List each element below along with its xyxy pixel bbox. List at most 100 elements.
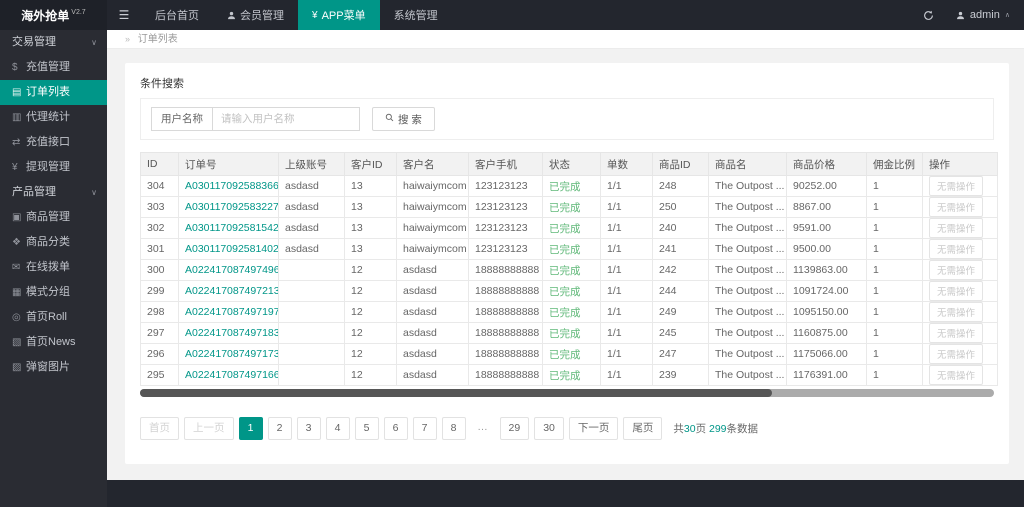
sidebar-item-6[interactable]: ¥提现管理: [0, 155, 107, 180]
cell-status: 已完成: [543, 344, 601, 365]
cell-product-id: 241: [653, 239, 709, 260]
cell-product-id: 242: [653, 260, 709, 281]
cell-order-no: A02241708749716653: [179, 365, 279, 386]
cell-order-no: A02241708749717339: [179, 344, 279, 365]
sidebar-item-13[interactable]: ▧首页News: [0, 330, 107, 355]
goods-icon: ▣: [12, 205, 26, 230]
cell-phone: 123123123: [469, 239, 543, 260]
cell-phone: 123123123: [469, 197, 543, 218]
order-number: A03011709258322713: [185, 201, 279, 213]
search-panel: 用户名称 搜 索: [140, 98, 994, 140]
cell-agent: [279, 344, 345, 365]
cell-action: 无需操作: [923, 344, 998, 365]
sidebar-item-11[interactable]: ▦模式分组: [0, 280, 107, 305]
sidebar-item-14[interactable]: ▨弹窗图片: [0, 355, 107, 380]
table-row: 300A0224170874974966312asdasd18888888888…: [141, 260, 998, 281]
cell-order-no: A03011709258322713: [179, 197, 279, 218]
page-button-8[interactable]: 8: [442, 417, 466, 440]
sidebar-item-1[interactable]: 交易管理∨: [0, 30, 107, 55]
sidebar-item-5[interactable]: ⇄充值接口: [0, 130, 107, 155]
sidebar-item-2[interactable]: $充值管理: [0, 55, 107, 80]
user-icon: [227, 11, 236, 20]
page-button-4[interactable]: 4: [326, 417, 350, 440]
cell-status: 已完成: [543, 302, 601, 323]
cell-ratio: 1: [867, 344, 923, 365]
top-nav-item-3[interactable]: ¥APP菜单: [298, 0, 380, 30]
pagination: 首页上一页12345678…2930下一页尾页共30页 299条数据: [140, 417, 994, 440]
cell-action: 无需操作: [923, 239, 998, 260]
sidebar-item-9[interactable]: ❖商品分类: [0, 230, 107, 255]
username-field-label: 用户名称: [151, 107, 212, 131]
column-header: 订单号: [179, 153, 279, 176]
top-nav-item-1[interactable]: 后台首页: [141, 0, 213, 30]
admin-dropdown[interactable]: admin ∧: [946, 0, 1024, 30]
top-nav-item-4[interactable]: 系统管理: [380, 0, 452, 30]
sidebar-item-label: 模式分组: [26, 286, 70, 298]
page-button-下一页[interactable]: 下一页: [569, 417, 619, 440]
page-button-5[interactable]: 5: [355, 417, 379, 440]
cell-product-name: The Outpost ...: [709, 176, 787, 197]
no-action-button: 无需操作: [929, 260, 983, 280]
cell-customer-name: haiwaiymcom: [397, 197, 469, 218]
breadcrumb-label: 订单列表: [138, 34, 178, 45]
no-action-button: 无需操作: [929, 344, 983, 364]
cell-order-no: A02241708749718305: [179, 323, 279, 344]
page-button-2[interactable]: 2: [268, 417, 292, 440]
cell-customer-id: 13: [345, 218, 397, 239]
page-button-首页: 首页: [140, 417, 179, 440]
cell-status: 已完成: [543, 239, 601, 260]
cell-product-name: The Outpost ...: [709, 218, 787, 239]
cell-status: 已完成: [543, 176, 601, 197]
cell-agent: [279, 302, 345, 323]
page-button-6[interactable]: 6: [384, 417, 408, 440]
menu-toggle-icon[interactable]: ☰: [107, 0, 141, 30]
refresh-icon[interactable]: [911, 0, 946, 30]
cell-status: 已完成: [543, 365, 601, 386]
username-input[interactable]: [212, 107, 360, 131]
sidebar-item-4[interactable]: ▥代理统计: [0, 105, 107, 130]
cell-order-no: A02241708749721398: [179, 281, 279, 302]
sidebar-item-label: 充值接口: [26, 136, 70, 148]
page-button-29[interactable]: 29: [500, 417, 530, 440]
cell-status: 已完成: [543, 218, 601, 239]
top-nav-item-label: 系统管理: [394, 7, 438, 23]
group-icon: ▦: [12, 280, 26, 305]
cell-action: 无需操作: [923, 197, 998, 218]
sidebar-item-10[interactable]: ✉在线拨单: [0, 255, 107, 280]
cell-count: 1/1: [601, 302, 653, 323]
page-button-30[interactable]: 30: [534, 417, 564, 440]
online-icon: ✉: [12, 255, 26, 280]
page-button-3[interactable]: 3: [297, 417, 321, 440]
cell-price: 1091724.00: [787, 281, 867, 302]
horizontal-scrollbar-thumb[interactable]: [140, 389, 772, 397]
sidebar-item-12[interactable]: ◎首页Roll: [0, 305, 107, 330]
page-button-7[interactable]: 7: [413, 417, 437, 440]
cell-product-id: 248: [653, 176, 709, 197]
cell-phone: 18888888888: [469, 365, 543, 386]
search-button[interactable]: 搜 索: [372, 107, 435, 131]
total-pages: 30: [684, 423, 696, 435]
cell-customer-name: asdasd: [397, 344, 469, 365]
sidebar-item-8[interactable]: ▣商品管理: [0, 205, 107, 230]
top-nav-item-2[interactable]: 会员管理: [213, 0, 298, 30]
sidebar-item-3[interactable]: ▤订单列表: [0, 80, 107, 105]
category-icon: ❖: [12, 230, 26, 255]
cell-product-name: The Outpost ...: [709, 344, 787, 365]
cell-customer-id: 13: [345, 239, 397, 260]
cell-price: 90252.00: [787, 176, 867, 197]
column-header: 商品名: [709, 153, 787, 176]
page-button-尾页[interactable]: 尾页: [623, 417, 662, 440]
horizontal-scrollbar-track[interactable]: [140, 389, 994, 397]
sidebar-item-7[interactable]: 产品管理∨: [0, 180, 107, 205]
cell-status: 已完成: [543, 323, 601, 344]
table-row: 296A0224170874971733912asdasd18888888888…: [141, 344, 998, 365]
footer-bar: [107, 480, 1024, 507]
sidebar-item-label: 提现管理: [26, 161, 70, 173]
cell-price: 1160875.00: [787, 323, 867, 344]
top-header: 海外抢单 V2.7 ☰ 后台首页会员管理¥APP菜单系统管理 admin ∧: [0, 0, 1024, 30]
cell-product-id: 249: [653, 302, 709, 323]
cell-price: 1095150.00: [787, 302, 867, 323]
order-number: A02241708749749663: [185, 264, 279, 276]
order-number: A02241708749719787: [185, 306, 279, 318]
order-list-card: 条件搜索 用户名称 搜 索 ID订单号上级账号客户ID: [125, 63, 1009, 464]
